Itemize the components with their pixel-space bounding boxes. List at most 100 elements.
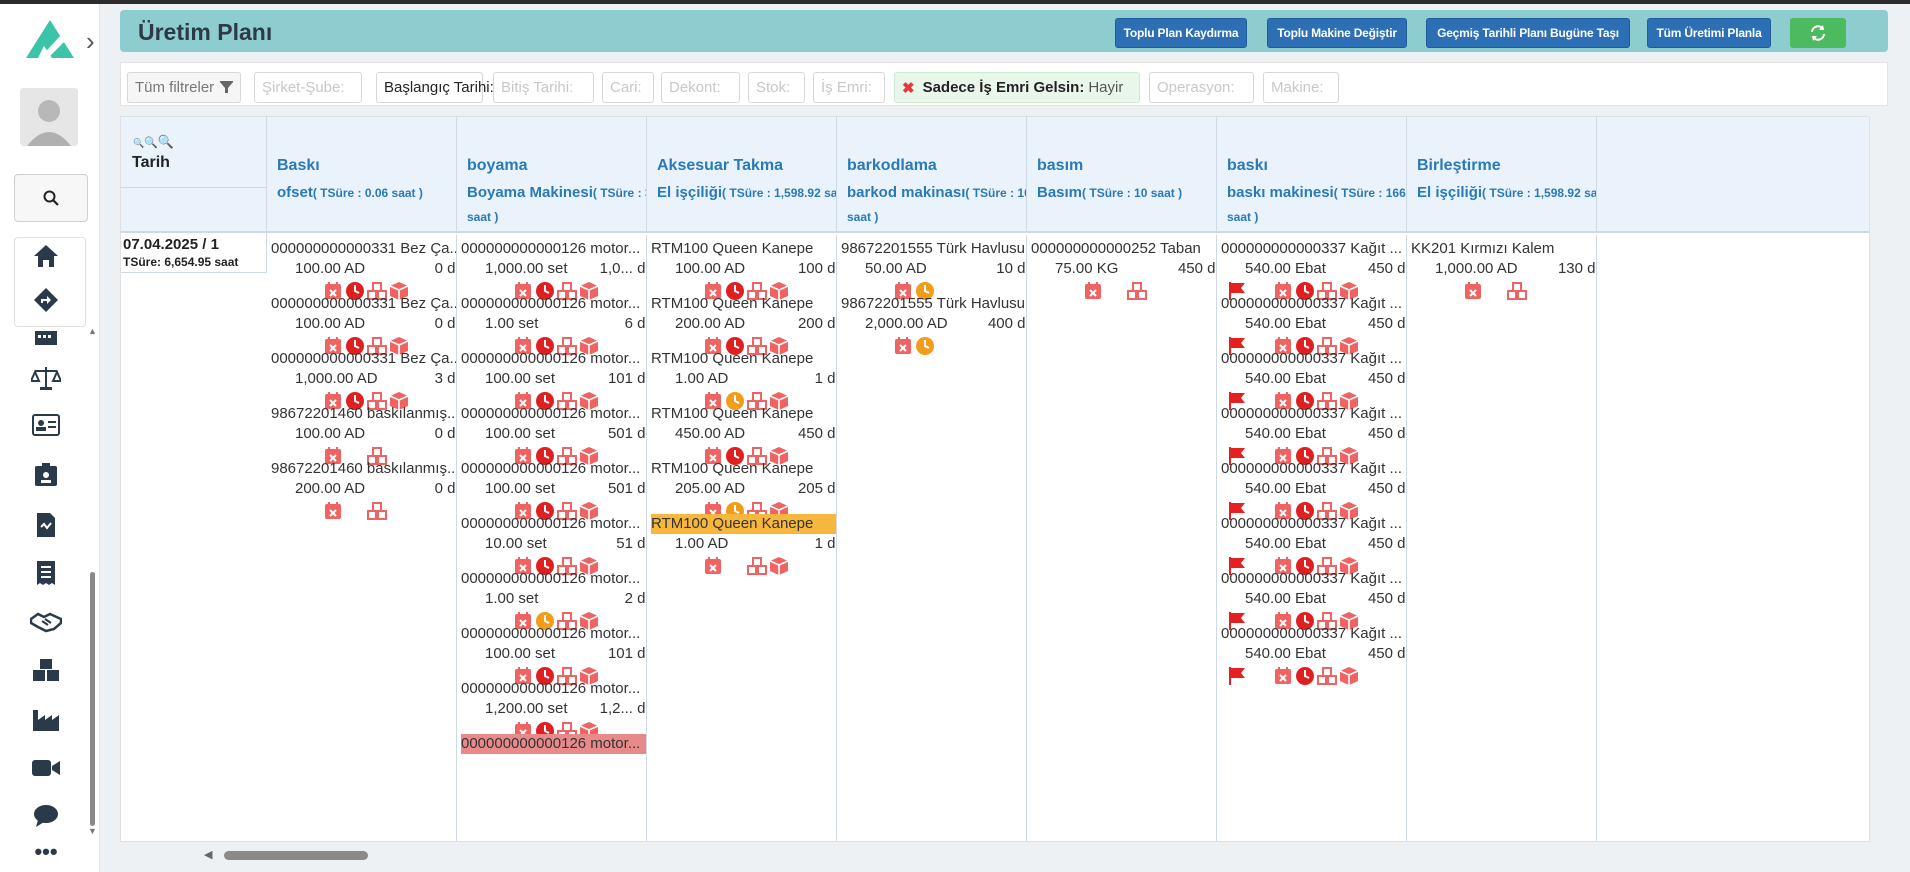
boxes-icon[interactable] [28, 654, 64, 686]
plan-item-name: 000000000000126 motor... [461, 295, 641, 312]
filter-start-date[interactable]: Başlangıç Tarihi: [376, 72, 494, 103]
zoom-out-small-icon[interactable]: 🔍 [133, 138, 144, 148]
plan-item[interactable]: 000000000000252 Taban 75.00 KG 450 dk [1031, 239, 1216, 305]
zoom-reset-icon[interactable]: 🔍 [144, 137, 158, 149]
receipt-icon[interactable] [28, 557, 64, 589]
video-icon[interactable] [28, 752, 64, 784]
chat-icon[interactable] [28, 800, 64, 832]
plan-item[interactable]: KK201 Kırmızı Kalem 1,000.00 AD 130 dk [1411, 239, 1596, 305]
boxes-icon[interactable] [1507, 281, 1527, 301]
plan-item-actions [1463, 281, 1596, 303]
move-past-plan-to-today-button[interactable]: Geçmiş Tarihli Planı Bugüne Taşı [1426, 18, 1630, 48]
calendar-x-icon[interactable] [1463, 281, 1483, 301]
boxes-icon[interactable] [1317, 666, 1337, 686]
plan-item-duration: 101 dk [607, 370, 646, 387]
id-card-icon[interactable] [28, 409, 64, 441]
filter-company-branch[interactable]: Şirket-Şube: [254, 72, 362, 103]
filter-end-date[interactable]: Bitiş Tarihi: [493, 72, 594, 103]
avatar[interactable] [20, 88, 78, 146]
more-icon[interactable]: ••• [28, 836, 64, 868]
filter-operation[interactable]: Operasyon: [1149, 72, 1254, 103]
box-icon[interactable] [769, 556, 789, 576]
operation-column-header[interactable]: boyama Boyama Makinesi( TSüre : 315.18 sa… [457, 117, 647, 233]
plan-item-quantity: 100.00 set [485, 645, 556, 662]
plan-item-name: RTM100 Queen Kanepe [651, 514, 836, 534]
date-row-total: TSüre: 6,654.95 saat [123, 255, 239, 269]
horizontal-scroll-thumb[interactable] [224, 851, 368, 860]
priority-flag-icon[interactable] [1227, 666, 1247, 686]
balance-icon[interactable] [28, 362, 64, 394]
filter-only-work-order[interactable]: ✖ Sadece İş Emri Gelsin: Hayir [894, 72, 1140, 103]
sidebar-scrollbar[interactable]: ▲ ▼ [88, 326, 97, 836]
sidebar-collapse-icon[interactable]: › [86, 28, 95, 54]
zoom-controls[interactable]: 🔍🔍🔍 [133, 134, 174, 150]
operation-column-header[interactable]: baskı baskı makinesi( TSüre : 166.67 saat… [1217, 117, 1407, 233]
operation-column-header[interactable]: Aksesuar Takma El işçiliği( TSüre : 1,598… [647, 117, 837, 233]
horizontal-scrollbar[interactable]: ◀ ▶ [204, 848, 1910, 862]
boxes-icon[interactable] [747, 556, 767, 576]
filter-stock[interactable]: Stok: [748, 72, 805, 103]
plan-item-quantity: 100.00 AD [295, 260, 366, 277]
factory-icon[interactable] [28, 704, 64, 736]
calendar-x-icon[interactable] [323, 501, 343, 521]
plan-item[interactable]: RTM100 Queen Kanepe1.00 AD 1 dk [651, 514, 836, 580]
plan-item[interactable]: 000000000000337 Kağıt ... 540.00 Ebat 450 … [1221, 624, 1406, 690]
filter-machine[interactable]: Makine: [1263, 72, 1339, 103]
handshake-icon[interactable] [28, 606, 64, 638]
operation-name: Aksesuar Takma [657, 157, 783, 174]
operation-column: RTM100 Queen Kanepe 100.00 AD 100 dk RTM100… [647, 235, 837, 841]
all-filters-label: Tüm filtreler [135, 79, 215, 96]
boxes-icon[interactable] [367, 501, 387, 521]
plan-item-duration: 101 dk [607, 645, 646, 662]
clock-warning-icon[interactable] [915, 336, 935, 356]
clock-late-icon[interactable] [1295, 666, 1315, 686]
plan-item-duration: 51 dk [616, 535, 646, 552]
plan-item-duration: 400 dk [987, 315, 1026, 332]
operation-column-header[interactable]: barkodlama barkod makinası( TSüre : 10.17… [837, 117, 1027, 233]
filter-voucher[interactable]: Dekont: [661, 72, 740, 103]
plan-item-quantity: 1.00 AD [675, 535, 729, 552]
all-filters-button[interactable]: Tüm filtreler [127, 72, 242, 103]
date-header-label: Tarih [132, 154, 170, 171]
app-logo[interactable] [22, 18, 78, 64]
bulk-plan-shift-button[interactable]: Toplu Plan Kaydırma [1115, 18, 1247, 48]
calendar-icon[interactable] [28, 322, 64, 354]
bulk-machine-change-button[interactable]: Toplu Makine Değiştir [1267, 18, 1407, 48]
refresh-button[interactable] [1790, 18, 1846, 48]
filter-work-order[interactable]: İş Emri: [813, 72, 885, 103]
plan-item[interactable]: 000000000000126 motor... [461, 734, 646, 800]
plan-item-duration: 450 dk [1367, 535, 1406, 552]
plan-item[interactable]: 98672201460 baskılanmış... 200.00 AD 0 dk [271, 459, 456, 525]
operation-column-header[interactable]: Birleştirme El işçiliği( TSüre : 1,598.92… [1407, 117, 1597, 233]
plan-all-production-button[interactable]: Tüm Üretimi Planla [1647, 18, 1771, 48]
badge-icon[interactable] [28, 459, 64, 491]
plan-item[interactable]: 98672201555 Türk Havlusu 2,000.00 AD 400 d… [841, 294, 1026, 360]
share-icon[interactable] [28, 284, 64, 316]
plan-item-name: 000000000000337 Kağıt ... [1221, 295, 1402, 312]
sidebar-search-button[interactable] [14, 174, 88, 222]
total-duration: ( TSüre : 0.06 saat ) [312, 186, 423, 200]
operation-column-header[interactable]: Baskı ofset( TSüre : 0.06 saat ) [267, 117, 457, 233]
home-icon[interactable] [28, 240, 64, 272]
plan-item-quantity: 100.00 set [485, 425, 556, 442]
calendar-x-icon[interactable] [1273, 666, 1293, 686]
scroll-left-arrow[interactable]: ◀ [204, 848, 212, 861]
zoom-in-icon[interactable]: 🔍 [158, 134, 174, 149]
calendar-x-icon[interactable] [1083, 281, 1103, 301]
operation-column-header[interactable]: basım Basım( TSüre : 10 saat ) [1027, 117, 1217, 233]
plan-item-actions [1229, 666, 1406, 688]
sidebar-scroll-thumb[interactable] [90, 572, 95, 826]
plan-item-duration: 205 dk [797, 480, 836, 497]
box-icon[interactable] [1339, 666, 1359, 686]
plan-item-duration: 130 dk [1557, 260, 1596, 277]
operation-name: boyama [467, 157, 528, 174]
date-row: 07.04.2025 / 1 TSüre: 6,654.95 saat [121, 233, 267, 273]
machine-name: ofset( TSüre : 0.06 saat ) [277, 181, 456, 205]
remove-filter-icon[interactable]: ✖ [902, 79, 915, 97]
document-icon[interactable] [28, 509, 64, 541]
plan-item-quantity: 1.00 set [485, 590, 539, 607]
filter-account[interactable]: Cari: [602, 72, 654, 103]
calendar-x-icon[interactable] [703, 556, 723, 576]
calendar-x-icon[interactable] [893, 336, 913, 356]
boxes-icon[interactable] [1127, 281, 1147, 301]
